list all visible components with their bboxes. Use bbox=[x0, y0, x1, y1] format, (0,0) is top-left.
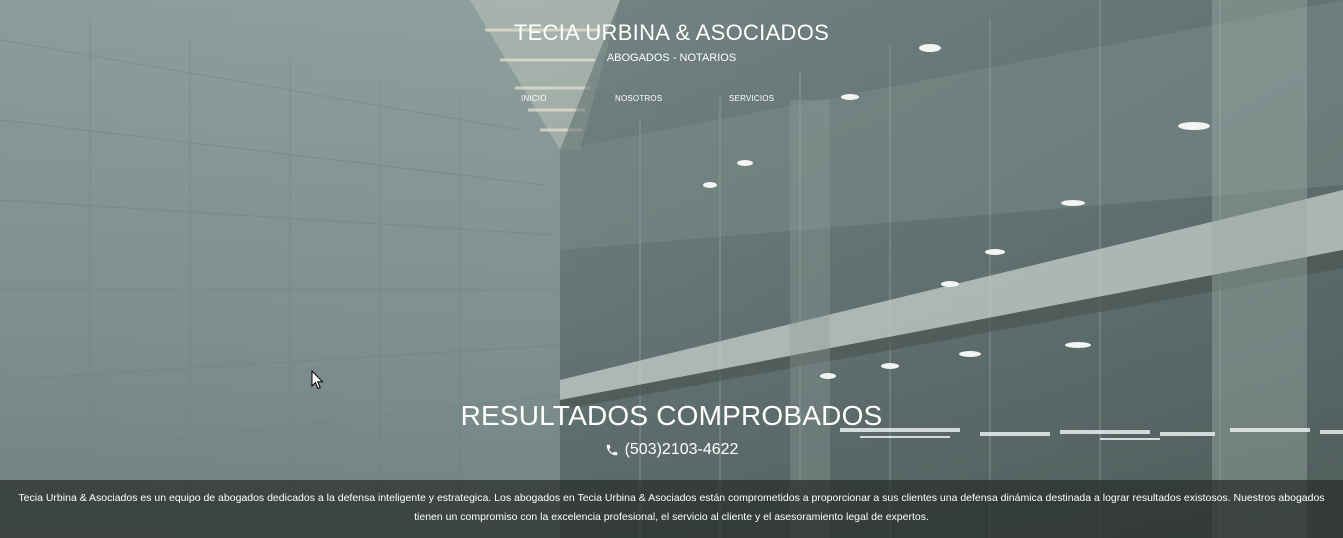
phone-contact[interactable]: (503)2103-4622 bbox=[0, 441, 1343, 462]
site-title[interactable]: TECIA URBINA & ASOCIADOS bbox=[0, 20, 1343, 46]
hero-section: TECIA URBINA & ASOCIADOS ABOGADOS - NOTA… bbox=[0, 0, 1343, 538]
site-subtitle: ABOGADOS - NOTARIOS bbox=[606, 52, 737, 64]
site-header: TECIA URBINA & ASOCIADOS ABOGADOS - NOTA… bbox=[0, 20, 1343, 64]
phone-number[interactable]: (503)2103-4622 bbox=[625, 441, 739, 458]
about-banner: Tecia Urbina & Asociados es un equipo de… bbox=[0, 480, 1343, 538]
nav-item-inicio[interactable]: INICIO bbox=[521, 94, 547, 103]
phone-icon bbox=[605, 443, 619, 462]
nav-item-nosotros[interactable]: NOSOTROS bbox=[615, 94, 662, 103]
main-nav: INICIO NOSOTROS SERVICIOS bbox=[0, 94, 1343, 106]
mouse-pointer-icon bbox=[311, 370, 324, 390]
nav-item-servicios[interactable]: SERVICIOS bbox=[729, 94, 774, 103]
about-text: Tecia Urbina & Asociados es un equipo de… bbox=[18, 492, 1325, 523]
hero-heading: RESULTADOS COMPROBADOS bbox=[460, 400, 883, 431]
